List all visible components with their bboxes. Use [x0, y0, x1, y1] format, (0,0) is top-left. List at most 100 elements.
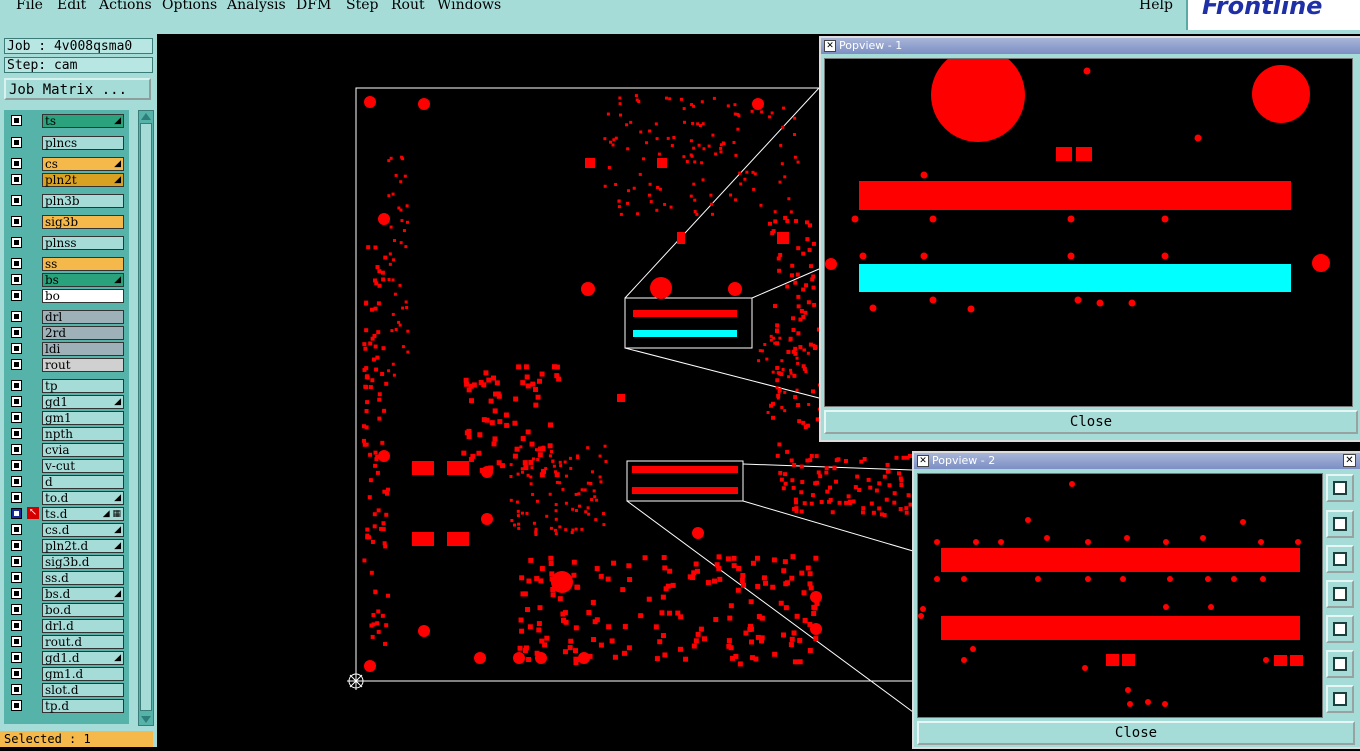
menu-analysis[interactable]: Analysis	[227, 0, 286, 13]
layer-checkbox[interactable]	[11, 572, 22, 583]
layer-checkbox[interactable]	[11, 115, 22, 126]
layer-checkbox[interactable]	[11, 540, 22, 551]
layer-name[interactable]: tp.d	[42, 699, 124, 713]
layer-checkbox[interactable]	[11, 343, 22, 354]
layer-row-bs.d[interactable]: bs.d ◢	[7, 587, 127, 601]
layer-checkbox[interactable]	[11, 460, 22, 471]
layer-name[interactable]: pln3b	[42, 194, 124, 208]
layer-row-to.d[interactable]: to.d ◢	[7, 491, 127, 505]
layer-row-gd1[interactable]: gd1 ◢	[7, 395, 127, 409]
popview-1-titlebar[interactable]: ✕ Popview - 1	[821, 38, 1360, 54]
layer-row-ts.d[interactable]: ↖ ts.d ◢ ▦	[7, 507, 127, 521]
layer-row-bo[interactable]: bo	[7, 289, 127, 303]
layer-checkbox[interactable]	[11, 380, 22, 391]
layer-row-cs[interactable]: cs ◢	[7, 157, 127, 171]
layer-checkbox[interactable]	[11, 237, 22, 248]
layer-name[interactable]: to.d ◢	[42, 491, 124, 505]
menu-help[interactable]: Help	[1139, 0, 1173, 13]
layer-checkbox[interactable]	[11, 588, 22, 599]
layer-name[interactable]: v-cut	[42, 459, 124, 473]
layer-checkbox[interactable]	[11, 444, 22, 455]
layer-checkbox[interactable]	[11, 476, 22, 487]
layer-name[interactable]: rout.d	[42, 635, 124, 649]
layer-checkbox[interactable]	[11, 492, 22, 503]
layer-checkbox[interactable]	[11, 137, 22, 148]
layer-row-ss[interactable]: ss	[7, 257, 127, 271]
window-menu-icon[interactable]: ✕	[917, 455, 929, 467]
layer-checkbox[interactable]	[11, 274, 22, 285]
layer-row-rout.d[interactable]: rout.d	[7, 635, 127, 649]
layer-checkbox[interactable]	[11, 216, 22, 227]
layer-row-ts[interactable]: ts ◢	[7, 114, 127, 128]
layer-row-sig3b[interactable]: sig3b	[7, 215, 127, 229]
pan-left-button[interactable]	[1326, 580, 1354, 608]
layer-row-slot.d[interactable]: slot.d	[7, 683, 127, 697]
menu-windows[interactable]: Windows	[437, 0, 501, 13]
close-icon[interactable]: ✕	[1343, 454, 1356, 467]
layer-row-bo.d[interactable]: bo.d	[7, 603, 127, 617]
layer-row-pln2t[interactable]: pln2t ◢	[7, 173, 127, 187]
layer-checkbox[interactable]	[11, 311, 22, 322]
layer-checkbox[interactable]	[11, 668, 22, 679]
layer-checkbox[interactable]	[11, 412, 22, 423]
layer-name[interactable]: sig3b.d	[42, 555, 124, 569]
zoom-in-button[interactable]	[1326, 650, 1354, 678]
layer-row-ldi[interactable]: ldi	[7, 342, 127, 356]
layer-row-2rd[interactable]: 2rd	[7, 326, 127, 340]
layer-row-plncs[interactable]: plncs	[7, 136, 127, 150]
layer-row-drl[interactable]: drl	[7, 310, 127, 324]
menu-actions[interactable]: Actions	[99, 0, 152, 13]
layer-row-cs.d[interactable]: cs.d ◢	[7, 523, 127, 537]
layer-name[interactable]: bo.d	[42, 603, 124, 617]
popview-1-close-button[interactable]: Close	[824, 410, 1358, 434]
menu-rout[interactable]: Rout	[391, 0, 425, 13]
layer-checkbox[interactable]	[11, 556, 22, 567]
layer-name[interactable]: gd1.d ◢	[42, 651, 124, 665]
layer-name[interactable]: gm1.d	[42, 667, 124, 681]
layer-name[interactable]: plncs	[42, 136, 124, 150]
layer-checkbox[interactable]	[11, 604, 22, 615]
scroll-thumb[interactable]	[140, 123, 152, 711]
popview-2-drawing[interactable]	[918, 474, 1322, 717]
layer-name[interactable]: sig3b	[42, 215, 124, 229]
layer-row-d[interactable]: d	[7, 475, 127, 489]
layer-checkbox[interactable]	[11, 700, 22, 711]
layer-name[interactable]: ss	[42, 257, 124, 271]
layer-checkbox[interactable]	[11, 195, 22, 206]
layer-checkbox[interactable]	[11, 652, 22, 663]
layer-checkbox[interactable]	[11, 508, 22, 519]
window-menu-icon[interactable]: ✕	[824, 40, 836, 52]
layer-row-gm1[interactable]: gm1	[7, 411, 127, 425]
layer-name[interactable]: ts ◢	[42, 114, 124, 128]
layer-name[interactable]: tp	[42, 379, 124, 393]
layer-checkbox[interactable]	[11, 359, 22, 370]
layer-row-ss.d[interactable]: ss.d	[7, 571, 127, 585]
layer-name[interactable]: cs ◢	[42, 157, 124, 171]
pan-down-button[interactable]	[1326, 545, 1354, 573]
layer-name[interactable]: bs.d ◢	[42, 587, 124, 601]
menu-dfm[interactable]: DFM	[296, 0, 331, 13]
layer-name[interactable]: rout	[42, 358, 124, 372]
job-matrix-button[interactable]: Job Matrix ...	[4, 78, 151, 100]
menu-edit[interactable]: Edit	[57, 0, 86, 13]
layer-name[interactable]: pln2t ◢	[42, 173, 124, 187]
layer-name[interactable]: ldi	[42, 342, 124, 356]
layer-checkbox[interactable]	[11, 620, 22, 631]
scroll-down-icon[interactable]	[141, 716, 151, 723]
layer-checkbox[interactable]	[11, 396, 22, 407]
layer-row-pln3b[interactable]: pln3b	[7, 194, 127, 208]
layer-name[interactable]: pln2t.d ◢	[42, 539, 124, 553]
layer-checkbox[interactable]	[11, 524, 22, 535]
layer-name[interactable]: cs.d ◢	[42, 523, 124, 537]
scroll-up-icon[interactable]	[141, 113, 151, 120]
layer-row-bs[interactable]: bs ◢	[7, 273, 127, 287]
popview-2-close-button[interactable]: Close	[917, 721, 1355, 745]
layer-checkbox[interactable]	[11, 636, 22, 647]
layer-row-tp[interactable]: tp	[7, 379, 127, 393]
layer-row-v-cut[interactable]: v-cut	[7, 459, 127, 473]
popview-2-titlebar[interactable]: ✕ Popview - 2 ✕	[914, 453, 1360, 469]
layer-name[interactable]: gm1	[42, 411, 124, 425]
layer-checkbox[interactable]	[11, 327, 22, 338]
layer-checkbox[interactable]	[11, 158, 22, 169]
layer-row-gm1.d[interactable]: gm1.d	[7, 667, 127, 681]
